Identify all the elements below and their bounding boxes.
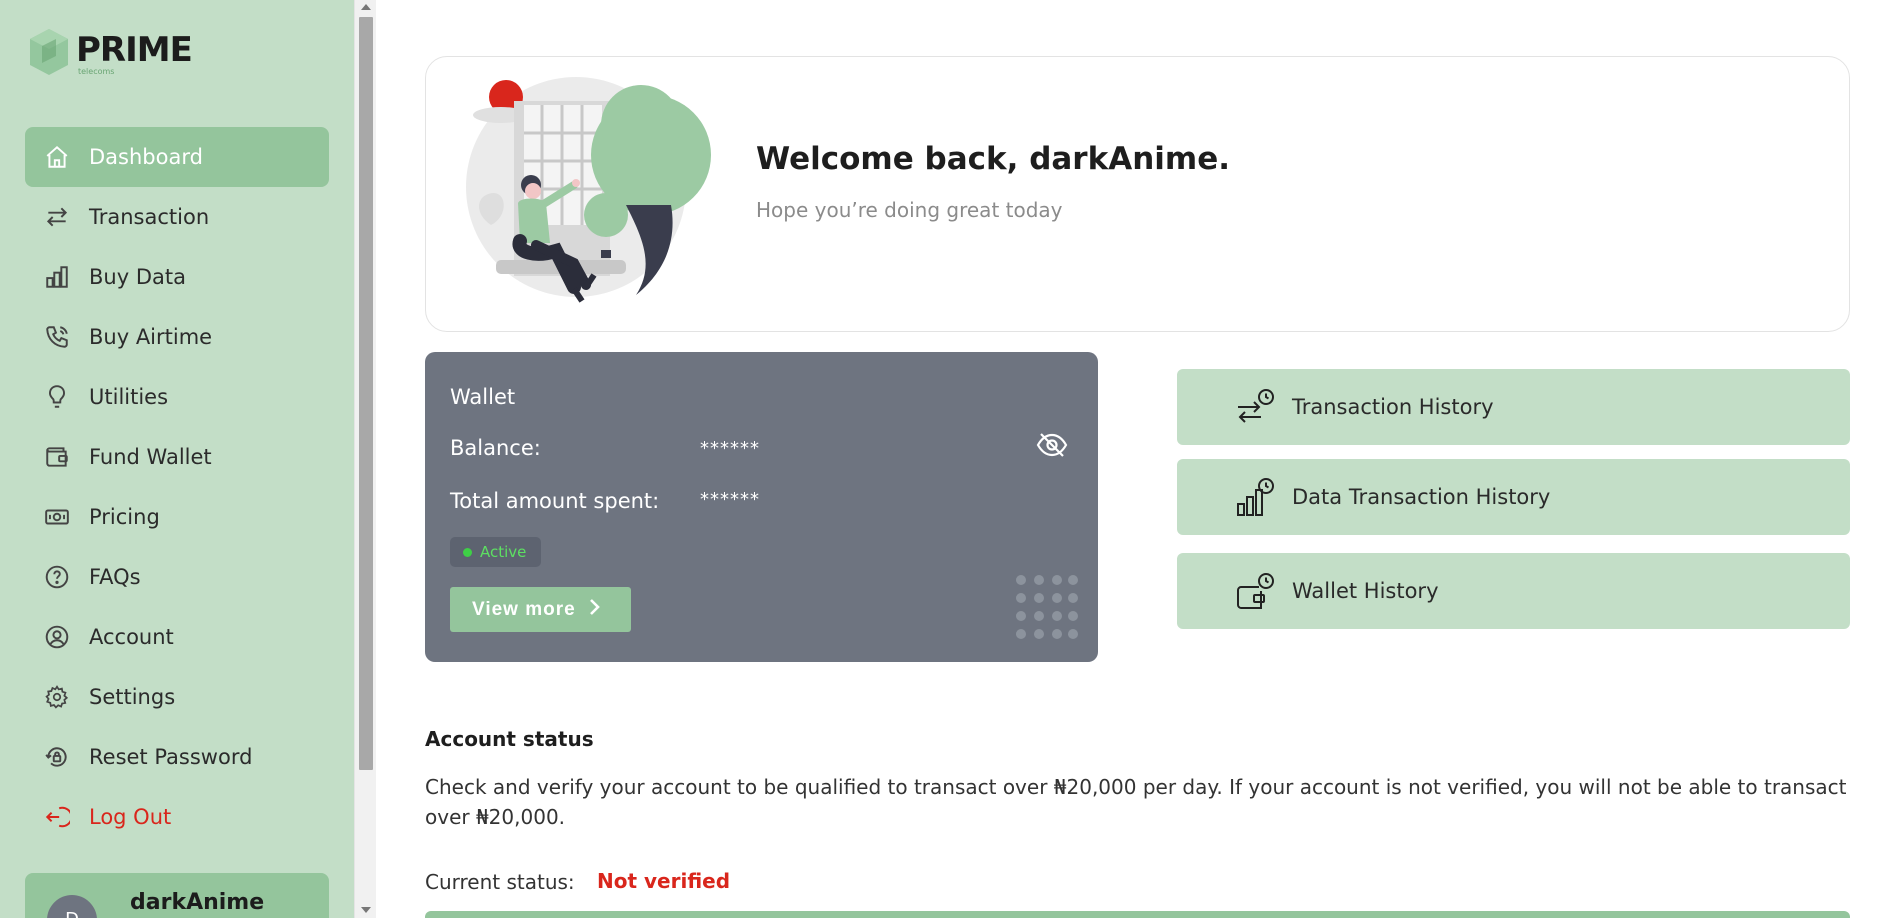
sidebar-item-label: FAQs [89,565,141,589]
decorative-dots [1015,574,1079,650]
transaction-history-icon [1234,385,1278,429]
sidebar-item-buy-data[interactable]: Buy Data [25,247,329,307]
view-more-label: View more [472,598,576,620]
brand-logo[interactable]: PRIME telecoms [26,26,193,76]
sidebar-item-label: Utilities [89,385,169,409]
sidebar-item-account[interactable]: Account [25,607,329,667]
current-status-label: Current status: [425,870,575,894]
avatar: D [47,895,97,918]
profile-name: darkAnime [130,890,265,915]
sidebar-scrollbar[interactable] [354,0,376,918]
total-spent-label: Total amount spent: [450,489,660,513]
sidebar-item-label: Account [89,625,174,649]
balance-label: Balance: [450,436,541,460]
wallet-card: Wallet Balance: ****** Total amount spen… [425,352,1098,662]
welcome-card: Welcome back, darkAnime. Hope you’re doi… [425,56,1850,332]
logo-mark-icon [26,26,72,76]
sidebar-item-utilities[interactable]: Utilities [25,367,329,427]
transaction-history-button[interactable]: Transaction History [1177,369,1850,445]
scroll-thumb[interactable] [359,17,373,770]
banknote-icon [43,503,71,531]
sidebar-item-label: Fund Wallet [89,445,212,469]
question-circle-icon [43,563,71,591]
sidebar-nav: Dashboard Transaction Buy Data Buy Airti… [25,127,329,847]
sidebar-item-label: Buy Data [89,265,186,289]
sidebar-item-transaction[interactable]: Transaction [25,187,329,247]
wallet-icon [43,443,71,471]
sidebar-item-faqs[interactable]: FAQs [25,547,329,607]
current-status-value: Not verified [597,869,731,893]
sidebar-item-label: Buy Airtime [89,325,213,349]
gear-icon [43,683,71,711]
view-more-button[interactable]: View more [450,587,631,632]
sidebar-item-dashboard[interactable]: Dashboard [25,127,329,187]
sidebar: PRIME telecoms Dashboard Transaction Buy… [0,0,354,918]
chevron-right-icon [588,598,600,622]
verify-account-bar[interactable] [425,911,1850,918]
sidebar-item-pricing[interactable]: Pricing [25,487,329,547]
scroll-up-arrow-icon[interactable] [361,4,371,10]
profile-card[interactable]: D darkAnime [25,873,329,918]
status-badge: Active [450,537,542,567]
data-transaction-history-label: Data Transaction History [1292,485,1551,509]
balance-value: ****** [700,438,760,459]
transaction-history-label: Transaction History [1292,395,1494,419]
scroll-down-arrow-icon[interactable] [361,907,371,913]
phone-icon [43,323,71,351]
sidebar-item-label: Settings [89,685,176,709]
data-history-icon [1234,475,1278,519]
sidebar-item-label: Reset Password [89,745,253,769]
lightbulb-icon [43,383,71,411]
sidebar-item-label: Transaction [89,205,210,229]
user-circle-icon [43,623,71,651]
logout-icon [43,803,71,831]
wallet-title: Wallet [450,385,516,409]
sidebar-item-label: Pricing [89,505,160,529]
welcome-subtitle: Hope you’re doing great today [756,198,1063,222]
sidebar-item-reset-password[interactable]: Reset Password [25,727,329,787]
welcome-illustration [446,75,726,325]
wallet-history-icon [1234,569,1278,613]
wallet-history-label: Wallet History [1292,579,1439,603]
arrows-swap-icon [43,203,71,231]
home-icon [43,143,71,171]
hide-balance-eye-icon[interactable] [1036,432,1068,462]
total-spent-value: ****** [700,489,760,510]
welcome-title: Welcome back, darkAnime. [756,141,1231,177]
data-transaction-history-button[interactable]: Data Transaction History [1177,459,1850,535]
sidebar-item-log-out[interactable]: Log Out [25,787,329,847]
sidebar-item-settings[interactable]: Settings [25,667,329,727]
sidebar-item-label: Log Out [89,805,172,829]
brand-sub: telecoms [78,67,115,76]
account-status-title: Account status [425,727,594,751]
bar-chart-icon [43,263,71,291]
wallet-history-button[interactable]: Wallet History [1177,553,1850,629]
sidebar-item-buy-airtime[interactable]: Buy Airtime [25,307,329,367]
sidebar-item-fund-wallet[interactable]: Fund Wallet [25,427,329,487]
account-status-description: Check and verify your account to be qual… [425,775,1847,829]
sidebar-item-label: Dashboard [89,145,203,169]
brand-name: PRIME [76,30,193,70]
lock-reset-icon [43,743,71,771]
